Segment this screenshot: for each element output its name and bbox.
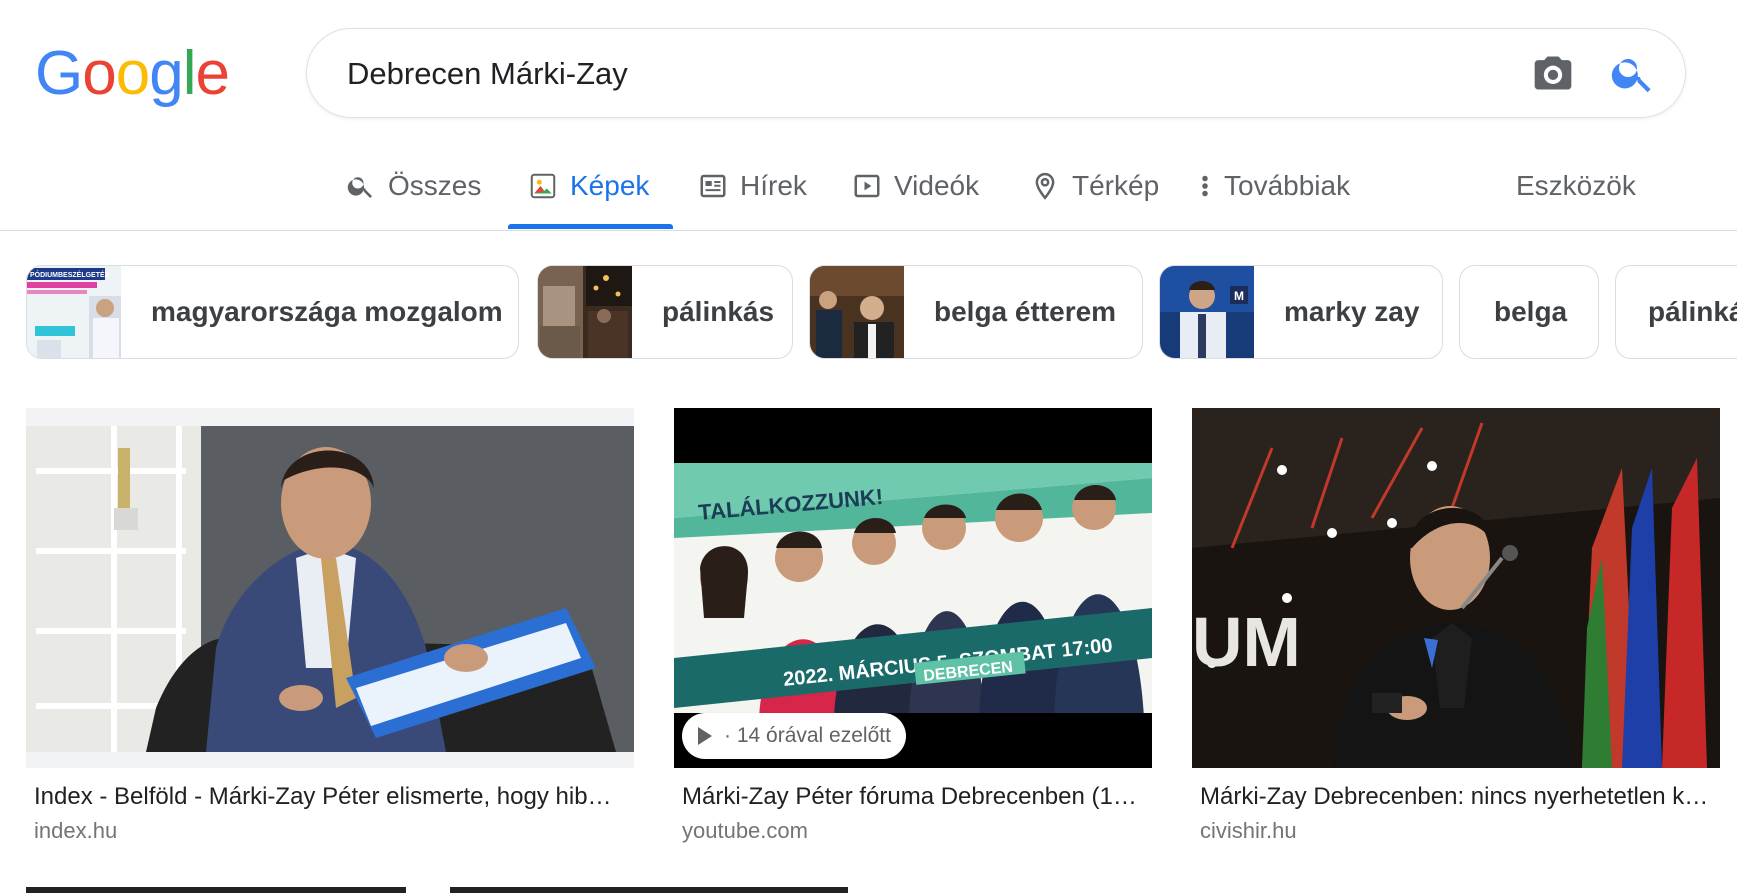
chip-thumbnail [538,266,632,358]
chip-label: belga étterem [934,296,1117,327]
active-tab-indicator [508,224,673,229]
video-icon [854,174,880,198]
result-source[interactable]: index.hu [34,818,117,844]
chip-thumbnail: M [1160,266,1254,358]
tab-label: Képek [570,170,650,201]
more-vert-icon [1202,175,1208,197]
next-row-image-edge[interactable] [450,887,848,893]
result-image[interactable] [26,408,634,768]
tab-news[interactable]: Hírek [698,166,807,206]
chip-belga-etterem[interactable]: belga étterem [809,265,1143,359]
image-result-1[interactable]: Index - Belföld - Márki-Zay Péter elisme… [26,408,634,843]
news-icon [700,174,726,198]
result-image[interactable]: UM [1192,408,1720,768]
logo-letter: o [115,39,150,108]
logo-letter: G [35,39,83,108]
header: Google Debrecen Márki-Zay Összes Képek H… [0,0,1737,231]
google-logo[interactable]: Google [35,38,230,109]
tab-all[interactable]: Összes [346,166,481,206]
chip-label: pálinká [1648,296,1737,327]
chip-marky-zay[interactable]: M marky zay [1159,265,1443,359]
image-result-2[interactable]: TALÁLKOZZUNK! 2022. MÁRCIUS 5. SZOMBAT 1… [674,408,1152,843]
tab-label: Továbbiak [1224,170,1351,201]
logo-letter: o [82,39,116,108]
chip-label: pálinkás [662,296,775,327]
chip-palinkas[interactable]: pálinkás [537,265,793,359]
tab-tools[interactable]: Eszközök [1516,166,1636,206]
result-title[interactable]: Márki-Zay Debrecenben: nincs nyerhetetle… [1200,783,1720,811]
chip-thumbnail: PÓDIUMBESZÉLGETÉS [27,266,121,358]
logo-letter: l [182,39,197,108]
search-input[interactable]: Debrecen Márki-Zay [347,56,628,92]
stage-text: UM [1192,603,1301,681]
tab-label: Eszközök [1516,170,1636,201]
search-icon [347,177,372,198]
result-title[interactable]: Márki-Zay Péter fóruma Debrecenben (1… [682,783,1152,811]
result-source[interactable]: youtube.com [682,818,808,844]
chip-thumbnail [810,266,904,358]
search-icon[interactable] [1609,49,1657,97]
svg-text:M: M [1234,289,1244,303]
search-tabs: Összes Képek Hírek Videók Térkép További… [0,150,1737,230]
result-source[interactable]: civishir.hu [1200,818,1297,844]
chip-label: belga [1494,296,1568,327]
tab-more[interactable]: Továbbiak [1198,166,1350,206]
tab-images[interactable]: Képek [528,166,649,206]
tab-label: Videók [894,170,980,201]
video-duration-badge: · 14 órával ezelőtt [682,713,906,759]
chip-label: magyarországa mozgalom [151,296,503,327]
chip-magyarorszaga-mozgalom[interactable]: PÓDIUMBESZÉLGETÉS magyarországa mozgalom [26,265,519,359]
play-icon [698,727,712,745]
camera-icon[interactable] [1531,51,1575,95]
chip-thumb-text: PÓDIUMBESZÉLGETÉS [30,270,110,279]
tab-label: Összes [388,170,482,201]
image-result-3[interactable]: UM Márki-Zay Debrecenben: nincs nyerhete… [1192,408,1720,843]
tab-videos[interactable]: Videók [852,166,979,206]
chip-belga[interactable]: belga [1459,265,1599,359]
tab-label: Hírek [740,170,807,201]
map-pin-icon [1035,172,1055,200]
chip-label: marky zay [1284,296,1420,327]
image-icon [530,173,556,199]
video-age: · 14 órával ezelőtt [724,724,891,747]
result-title[interactable]: Index - Belföld - Márki-Zay Péter elisme… [34,783,624,811]
logo-letter: e [195,39,229,108]
tab-label: Térkép [1072,170,1160,201]
tab-maps[interactable]: Térkép [1030,166,1159,206]
next-row-image-edge[interactable] [26,887,406,893]
logo-letter: g [149,39,183,108]
search-box[interactable]: Debrecen Márki-Zay [306,28,1686,118]
chip-palinka[interactable]: pálinká [1615,265,1737,359]
